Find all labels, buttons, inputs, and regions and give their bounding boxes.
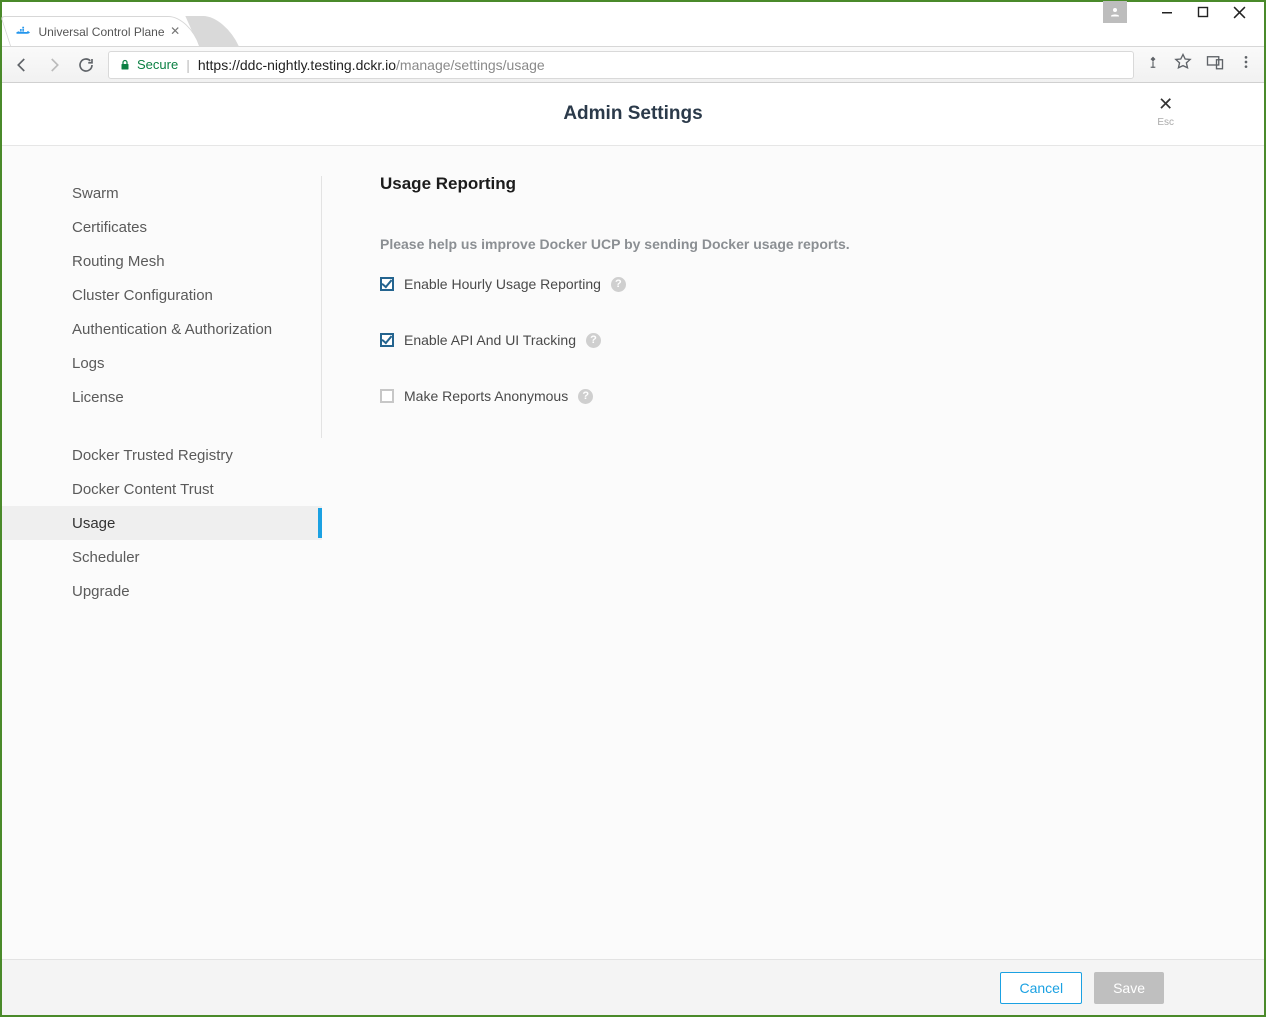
sidebar-item-logs[interactable]: Logs bbox=[2, 346, 321, 380]
sidebar-item-cluster-configuration[interactable]: Cluster Configuration bbox=[2, 278, 321, 312]
sidebar-item-certificates[interactable]: Certificates bbox=[2, 210, 321, 244]
address-bar[interactable]: Secure | https://ddc-nightly.testing.dck… bbox=[108, 51, 1134, 79]
toolbar-right-icons bbox=[1146, 53, 1254, 76]
sidebar-item-label: Docker Trusted Registry bbox=[72, 447, 233, 464]
option-hourly-reporting: Enable Hourly Usage Reporting ? bbox=[380, 276, 1264, 292]
url-text: https://ddc-nightly.testing.dckr.io/mana… bbox=[198, 57, 545, 73]
sidebar-item-scheduler[interactable]: Scheduler bbox=[2, 540, 322, 574]
tab-title: Universal Control Plane bbox=[38, 25, 164, 39]
browser-tab[interactable]: Universal Control Plane ✕ bbox=[0, 16, 200, 46]
forward-icon[interactable] bbox=[44, 55, 64, 75]
sidebar-item-label: Routing Mesh bbox=[72, 253, 165, 270]
help-icon[interactable]: ? bbox=[586, 333, 601, 348]
site-info-icon[interactable] bbox=[1146, 54, 1160, 75]
url-host: ddc-nightly.testing.dckr.io bbox=[240, 57, 396, 73]
sidebar-item-usage[interactable]: Usage bbox=[2, 506, 322, 540]
reload-icon[interactable] bbox=[76, 55, 96, 75]
lock-icon bbox=[119, 58, 131, 72]
section-helper-text: Please help us improve Docker UCP by sen… bbox=[380, 236, 1264, 252]
secure-label: Secure bbox=[137, 57, 178, 72]
sidebar-item-label: Swarm bbox=[72, 185, 119, 202]
sidebar-item-label: Certificates bbox=[72, 219, 147, 236]
sidebar-item-label: Upgrade bbox=[72, 583, 130, 600]
sidebar-item-label: Cluster Configuration bbox=[72, 287, 213, 304]
option-label: Make Reports Anonymous bbox=[404, 388, 568, 404]
option-label: Enable Hourly Usage Reporting bbox=[404, 276, 601, 292]
window-maximize-icon[interactable] bbox=[1197, 6, 1209, 18]
profile-icon[interactable] bbox=[1103, 1, 1127, 23]
sidebar-item-label: Docker Content Trust bbox=[72, 481, 214, 498]
modal-header: Admin Settings ✕ Esc bbox=[2, 83, 1264, 146]
settings-sidebar: Swarm Certificates Routing Mesh Cluster … bbox=[2, 146, 322, 959]
browser-toolbar: Secure | https://ddc-nightly.testing.dck… bbox=[2, 46, 1264, 83]
window-minimize-icon[interactable] bbox=[1161, 6, 1173, 18]
tab-close-icon[interactable]: ✕ bbox=[170, 24, 180, 38]
sidebar-item-routing-mesh[interactable]: Routing Mesh bbox=[2, 244, 321, 278]
sidebar-item-label: Scheduler bbox=[72, 549, 140, 566]
page-content: Admin Settings ✕ Esc Swarm Certificates … bbox=[2, 83, 1264, 1015]
checkbox-anonymous[interactable] bbox=[380, 389, 394, 403]
addressbar-divider: | bbox=[186, 57, 190, 73]
page-title: Admin Settings bbox=[563, 103, 702, 125]
save-button[interactable]: Save bbox=[1094, 972, 1164, 1004]
bookmark-star-icon[interactable] bbox=[1174, 53, 1192, 76]
checkbox-api-ui-tracking[interactable] bbox=[380, 333, 394, 347]
help-icon[interactable]: ? bbox=[611, 277, 626, 292]
window-close-icon[interactable] bbox=[1233, 6, 1246, 19]
sidebar-item-label: Authentication & Authorization bbox=[72, 321, 272, 338]
option-label: Enable API And UI Tracking bbox=[404, 332, 576, 348]
close-modal-button[interactable]: ✕ Esc bbox=[1157, 95, 1174, 128]
option-api-ui-tracking: Enable API And UI Tracking ? bbox=[380, 332, 1264, 348]
checkbox-hourly-reporting[interactable] bbox=[380, 277, 394, 291]
cancel-button[interactable]: Cancel bbox=[1000, 972, 1082, 1004]
devices-icon[interactable] bbox=[1206, 53, 1224, 76]
modal-footer: Cancel Save bbox=[2, 959, 1264, 1015]
section-heading: Usage Reporting bbox=[380, 174, 1264, 194]
sidebar-item-auth[interactable]: Authentication & Authorization bbox=[2, 312, 321, 346]
sidebar-item-upgrade[interactable]: Upgrade bbox=[2, 574, 322, 608]
url-path: /manage/settings/usage bbox=[396, 57, 545, 73]
close-icon: ✕ bbox=[1157, 95, 1174, 113]
sidebar-item-label: Usage bbox=[72, 515, 115, 532]
back-icon[interactable] bbox=[12, 55, 32, 75]
chrome-menu-icon[interactable] bbox=[1238, 54, 1254, 75]
sidebar-item-dtr[interactable]: Docker Trusted Registry bbox=[2, 438, 322, 472]
option-anonymous: Make Reports Anonymous ? bbox=[380, 388, 1264, 404]
docker-favicon-icon bbox=[16, 25, 30, 39]
window-controls bbox=[1103, 2, 1264, 22]
modal-body: Swarm Certificates Routing Mesh Cluster … bbox=[2, 146, 1264, 959]
sidebar-item-label: Logs bbox=[72, 355, 105, 372]
sidebar-item-swarm[interactable]: Swarm bbox=[2, 176, 321, 210]
sidebar-item-license[interactable]: License bbox=[2, 380, 321, 414]
sidebar-item-content-trust[interactable]: Docker Content Trust bbox=[2, 472, 322, 506]
help-icon[interactable]: ? bbox=[578, 389, 593, 404]
close-hint: Esc bbox=[1157, 117, 1174, 128]
url-protocol: https:// bbox=[198, 57, 240, 73]
sidebar-item-label: License bbox=[72, 389, 124, 406]
secure-indicator: Secure bbox=[119, 57, 178, 72]
browser-tab-strip: Universal Control Plane ✕ bbox=[10, 16, 200, 46]
settings-panel: Usage Reporting Please help us improve D… bbox=[322, 146, 1264, 959]
